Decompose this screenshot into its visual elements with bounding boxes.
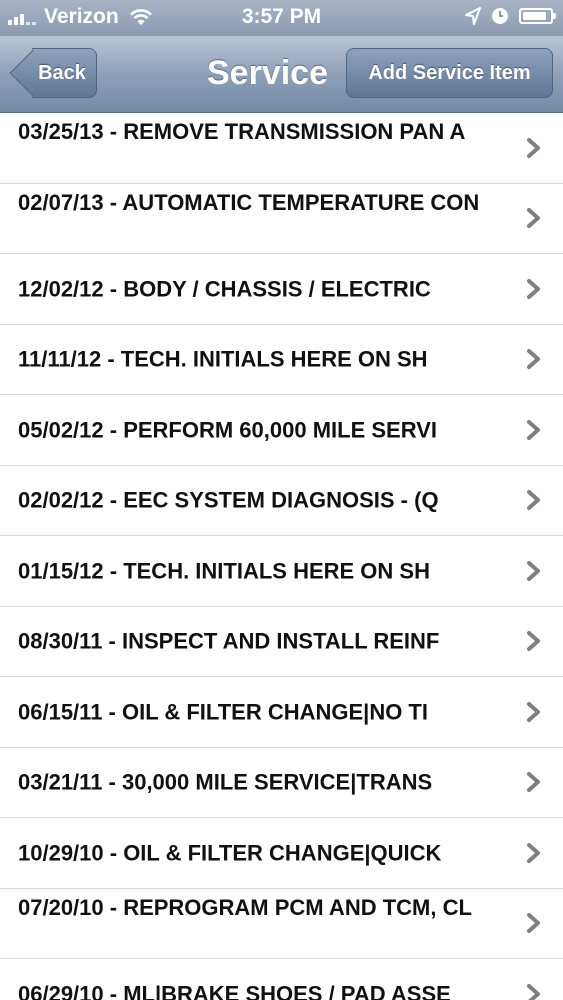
status-right	[455, 7, 556, 25]
list-item[interactable]: 03/25/13 - REMOVE TRANSMISSION PAN A	[0, 113, 563, 184]
service-list: 03/25/13 - REMOVE TRANSMISSION PAN A 02/0…	[0, 113, 563, 1000]
chevron-right-icon	[527, 349, 540, 370]
navigation-bar: Back Service Add Service Item	[0, 36, 563, 113]
chevron-right-icon	[527, 701, 540, 722]
list-item[interactable]: 05/02/12 - PERFORM 60,000 MILE SERVI	[0, 395, 563, 466]
chevron-right-icon	[527, 560, 540, 581]
add-service-item-button[interactable]: Add Service Item	[346, 48, 553, 98]
list-item[interactable]: 06/29/10 - ML|BRAKE SHOES / PAD ASSE	[0, 959, 563, 1000]
list-item[interactable]: 12/02/12 - BODY / CHASSIS / ELECTRIC	[0, 254, 563, 325]
list-item[interactable]: 11/11/12 - TECH. INITIALS HERE ON SH	[0, 325, 563, 395]
chevron-right-icon	[527, 913, 540, 934]
list-item-label: 10/29/10 - OIL & FILTER CHANGE|QUICK	[18, 840, 442, 866]
list-item[interactable]: 01/15/12 - TECH. INITIALS HERE ON SH	[0, 536, 563, 607]
battery-fill	[523, 12, 546, 20]
list-item[interactable]: 02/07/13 - AUTOMATIC TEMPERATURE CON	[0, 184, 563, 254]
back-arrow-shape	[9, 48, 33, 98]
list-item[interactable]: 02/02/12 - EEC SYSTEM DIAGNOSIS - (Q	[0, 466, 563, 536]
chevron-right-icon	[527, 631, 540, 652]
chevron-right-icon	[527, 419, 540, 440]
chevron-right-icon	[527, 842, 540, 863]
clock-icon	[492, 8, 508, 24]
list-item-label: 06/15/11 - OIL & FILTER CHANGE|NO TI	[18, 699, 428, 725]
list-item-label: 02/07/13 - AUTOMATIC TEMPERATURE CON	[18, 189, 480, 215]
list-item[interactable]: 08/30/11 - INSPECT AND INSTALL REINF	[0, 607, 563, 677]
list-item[interactable]: 06/15/11 - OIL & FILTER CHANGE|NO TI	[0, 677, 563, 748]
list-item-label: 06/29/10 - ML|BRAKE SHOES / PAD ASSE	[18, 981, 451, 1000]
list-item-label: 12/02/12 - BODY / CHASSIS / ELECTRIC	[18, 276, 431, 302]
list-item-label: 02/02/12 - EEC SYSTEM DIAGNOSIS - (Q	[18, 487, 439, 513]
back-button-label: Back	[32, 48, 97, 98]
battery-icon	[519, 8, 556, 24]
list-item-label: 11/11/12 - TECH. INITIALS HERE ON SH	[18, 346, 428, 372]
list-item-label: 03/25/13 - REMOVE TRANSMISSION PAN A	[18, 119, 466, 144]
back-button[interactable]: Back	[9, 48, 97, 98]
list-item-label: 05/02/12 - PERFORM 60,000 MILE SERVI	[18, 417, 437, 443]
status-bar: Verizon 3:57 PM	[0, 0, 563, 36]
page-title: Service	[207, 54, 328, 92]
list-item-label: 07/20/10 - REPROGRAM PCM AND TCM, CL	[18, 894, 472, 920]
list-item-label: 03/21/11 - 30,000 MILE SERVICE|TRANS	[18, 769, 433, 795]
list-item[interactable]: 07/20/10 - REPROGRAM PCM AND TCM, CL	[0, 889, 563, 959]
chevron-right-icon	[527, 490, 540, 511]
list-item[interactable]: 10/29/10 - OIL & FILTER CHANGE|QUICK	[0, 818, 563, 889]
list-item-label: 01/15/12 - TECH. INITIALS HERE ON SH	[18, 558, 430, 584]
chevron-right-icon	[527, 137, 540, 158]
list-item[interactable]: 03/21/11 - 30,000 MILE SERVICE|TRANS	[0, 748, 563, 818]
location-arrow-icon	[465, 7, 481, 25]
list-item-label: 08/30/11 - INSPECT AND INSTALL REINF	[18, 628, 440, 654]
chevron-right-icon	[527, 772, 540, 793]
chevron-right-icon	[527, 983, 540, 1000]
chevron-right-icon	[527, 278, 540, 299]
chevron-right-icon	[527, 208, 540, 229]
